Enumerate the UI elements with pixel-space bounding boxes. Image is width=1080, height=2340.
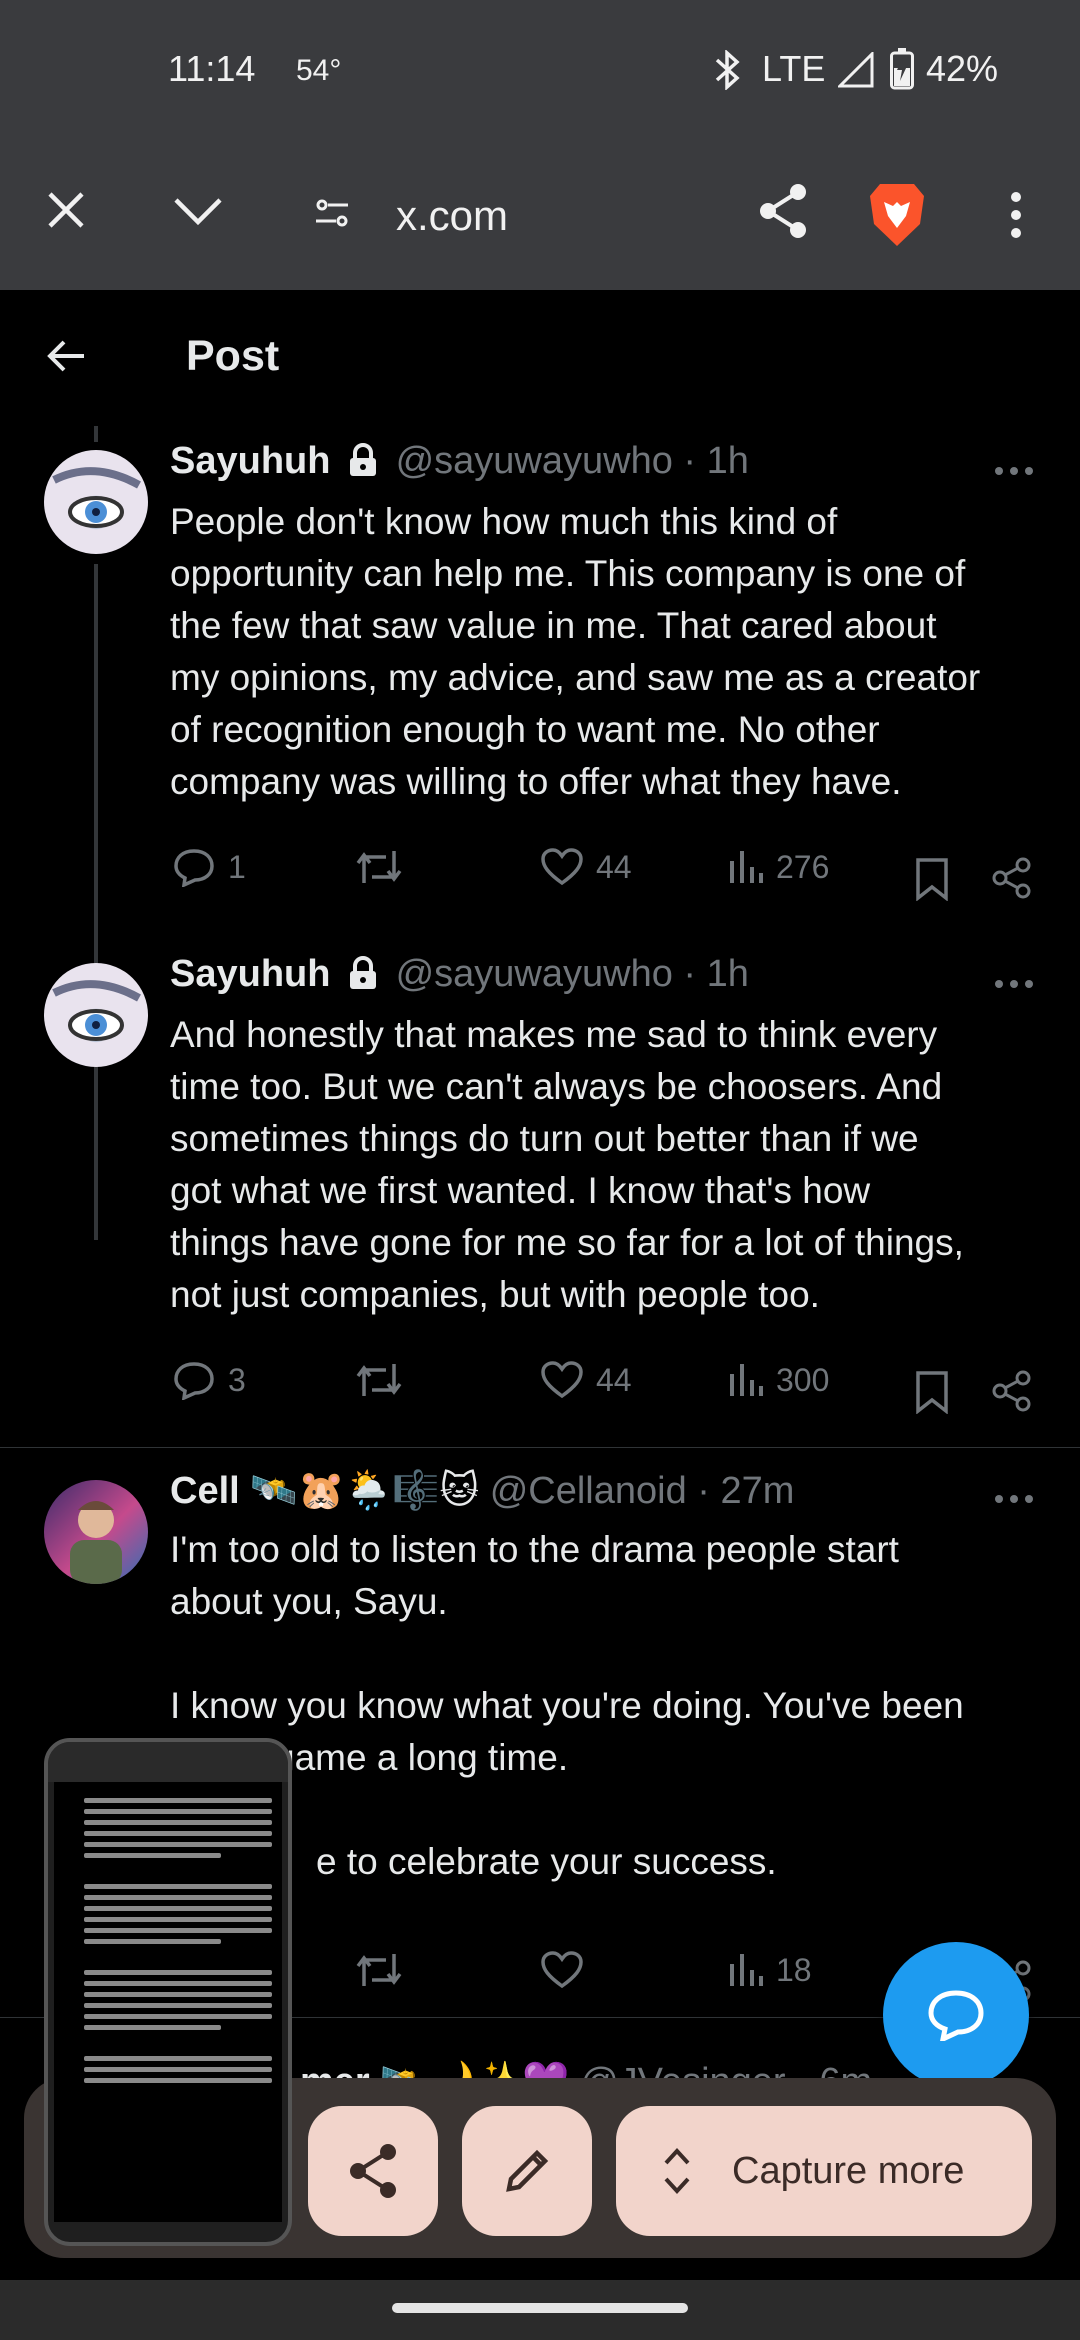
- views-button[interactable]: 276: [728, 847, 829, 887]
- retweet-button[interactable]: [354, 847, 416, 887]
- status-battery: 42%: [926, 48, 999, 89]
- view-count: 276: [776, 848, 830, 885]
- heart-icon: [541, 1951, 583, 1989]
- chevron-down-icon[interactable]: [172, 196, 224, 228]
- author-name[interactable]: Sayuhuh: [170, 440, 330, 482]
- tweet-text-line: [170, 1784, 1050, 1836]
- more-options-icon[interactable]: [994, 1494, 1034, 1504]
- bookmark-icon[interactable]: [914, 857, 950, 901]
- retweet-button[interactable]: [354, 1360, 416, 1400]
- more-vert-icon[interactable]: [1006, 190, 1026, 240]
- system-nav-bar: [0, 2280, 1080, 2340]
- reply-button[interactable]: 1: [172, 847, 246, 887]
- lock-icon: [350, 956, 377, 989]
- bluetooth-icon: [715, 50, 740, 90]
- tweet-text-line: e to celebrate your success.: [316, 1841, 777, 1882]
- author-handle[interactable]: @sayuwayuwho · 1h: [396, 440, 749, 482]
- reply-icon: [174, 1362, 214, 1400]
- bookmark-icon[interactable]: [914, 1370, 950, 1414]
- heart-icon: [541, 848, 583, 886]
- capture-more-label: Capture more: [732, 2149, 965, 2192]
- lock-icon: [350, 443, 377, 476]
- retweet-icon: [356, 1954, 402, 1986]
- back-arrow-icon[interactable]: [46, 338, 86, 374]
- author-name[interactable]: Cell: [170, 1470, 240, 1512]
- like-button[interactable]: 44: [540, 1360, 632, 1400]
- reply-count: 3: [228, 1361, 246, 1398]
- view-count: 18: [776, 1951, 812, 1988]
- compose-reply-button[interactable]: [883, 1942, 1029, 2088]
- reply-icon: [174, 849, 214, 887]
- views-chart-icon: [730, 1954, 763, 1986]
- chat-bubble-icon: [928, 1990, 984, 2041]
- tweet-text: I'm too old to listen to the drama peopl…: [170, 1524, 1050, 1888]
- like-button[interactable]: 44: [540, 847, 632, 887]
- tweet[interactable]: Sayuhuh @sayuwayuwho · 1h People don't k…: [0, 440, 1080, 950]
- views-button[interactable]: 18: [728, 1950, 812, 1990]
- share-icon[interactable]: [756, 182, 810, 240]
- expand-vertical-icon: [664, 2148, 690, 2194]
- author-name[interactable]: Sayuhuh: [170, 953, 330, 995]
- brave-lion-icon[interactable]: [866, 180, 928, 250]
- status-temperature: 54°: [296, 54, 342, 87]
- battery-charging-icon: [890, 48, 914, 90]
- screenshot-share-button[interactable]: [308, 2106, 438, 2236]
- views-chart-icon: [730, 1364, 763, 1396]
- signal-icon: [838, 52, 874, 88]
- view-count: 300: [776, 1361, 830, 1398]
- tweet-actions: 1 44 276: [0, 847, 1080, 907]
- views-chart-icon: [730, 851, 763, 883]
- pencil-icon: [506, 2149, 549, 2192]
- page-title: Post: [186, 332, 280, 380]
- url-field[interactable]: x.com: [396, 192, 508, 240]
- retweet-icon: [356, 851, 402, 883]
- share-icon: [350, 2144, 396, 2198]
- site-settings-icon[interactable]: [314, 196, 350, 230]
- avatar[interactable]: [44, 1480, 148, 1584]
- more-options-icon[interactable]: [994, 979, 1034, 989]
- browser-toolbar: x.com: [0, 142, 1080, 290]
- close-icon[interactable]: [44, 188, 88, 232]
- like-button[interactable]: [540, 1950, 596, 1990]
- avatar[interactable]: [44, 963, 148, 1067]
- tweet-text-line: I'm too old to listen to the drama peopl…: [170, 1529, 899, 1570]
- share-icon[interactable]: [992, 857, 1032, 899]
- post-header: Post: [0, 290, 1080, 420]
- author-handle[interactable]: @sayuwayuwho · 1h: [396, 953, 749, 995]
- like-count: 44: [596, 848, 632, 885]
- tweet-actions: 3 44 300: [0, 1360, 1080, 1420]
- tweet-text: And honestly that makes me sad to think …: [170, 1014, 964, 1315]
- capture-more-button[interactable]: Capture more: [616, 2106, 1032, 2236]
- tweet-text-line: game a long time.: [274, 1737, 569, 1778]
- author-handle[interactable]: @Cellanoid · 27m: [490, 1470, 795, 1512]
- divider: [0, 1447, 1080, 1448]
- reply-count: 1: [228, 848, 246, 885]
- avatar[interactable]: [44, 450, 148, 554]
- status-network: LTE: [762, 48, 826, 89]
- home-gesture-handle[interactable]: [392, 2303, 688, 2313]
- views-button[interactable]: 300: [728, 1360, 829, 1400]
- like-count: 44: [596, 1361, 632, 1398]
- tweet-text-line: [170, 1628, 1050, 1680]
- screenshot-edit-button[interactable]: [462, 2106, 592, 2236]
- share-icon[interactable]: [992, 1370, 1032, 1412]
- reply-button[interactable]: 3: [172, 1360, 246, 1400]
- retweet-button[interactable]: [354, 1950, 416, 1990]
- tweet-text: People don't know how much this kind of …: [170, 501, 981, 802]
- screenshot-preview-thumbnail[interactable]: [44, 1738, 292, 2246]
- author-emojis: 🛰️🐹🌦️🎼🐱: [250, 1470, 480, 1512]
- heart-icon: [541, 1361, 583, 1399]
- retweet-icon: [356, 1364, 402, 1396]
- status-bar: 11:14 54° LTE 42%: [0, 0, 1080, 142]
- tweet[interactable]: Sayuhuh @sayuwayuwho · 1h And honestly t…: [0, 953, 1080, 1453]
- status-time: 11:14: [168, 48, 256, 89]
- more-options-icon[interactable]: [994, 466, 1034, 476]
- tweet-text-line: I know you know what you're doing. You'v…: [170, 1685, 964, 1726]
- tweet-text-line: about you, Sayu.: [170, 1581, 448, 1622]
